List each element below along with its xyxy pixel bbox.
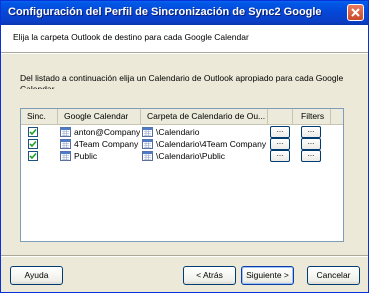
close-icon [351, 8, 360, 17]
google-calendar-name: anton@Company [74, 127, 140, 137]
table-row[interactable]: 4Team Company \Calendario\4Team Company … [21, 138, 343, 150]
sync-checkbox[interactable] [28, 127, 38, 137]
column-header-google-calendar[interactable]: Google Calendar [58, 109, 141, 124]
instructions-text: Del listado a continuación elija un Cale… [20, 73, 344, 89]
table-header: Sinc. Google Calendar Carpeta de Calenda… [21, 109, 343, 125]
wizard-header: Elija la carpeta Outlook de destino para… [1, 25, 368, 52]
window-title: Configuración del Perfil de Sincronizaci… [8, 6, 322, 18]
column-header-sync[interactable]: Sinc. [21, 109, 58, 124]
column-header-filters[interactable]: Filters [293, 109, 331, 124]
column-header-browse[interactable] [268, 109, 293, 124]
outlook-folder-path: \Calendario [156, 127, 200, 137]
sync-checkbox[interactable] [28, 151, 38, 161]
calendar-icon [142, 139, 153, 149]
back-button[interactable]: < Atrás [183, 266, 236, 285]
filters-button[interactable]: ... [301, 150, 321, 162]
browse-folder-button[interactable]: ... [270, 150, 290, 162]
check-icon [29, 128, 37, 136]
calendar-icon [142, 127, 153, 137]
check-icon [29, 152, 37, 160]
outlook-folder-path: \Calendario\4Team Company [156, 139, 267, 149]
column-header-outlook-folder[interactable]: Carpeta de Calendario de Ou... [141, 109, 268, 124]
calendar-icon [142, 151, 153, 161]
outlook-folder-path: \Calendario\Public [156, 151, 225, 161]
calendar-mapping-table[interactable]: Sinc. Google Calendar Carpeta de Calenda… [20, 108, 344, 242]
calendar-icon [60, 127, 71, 137]
check-icon [29, 140, 37, 148]
header-separator [1, 52, 368, 54]
calendar-icon [60, 139, 71, 149]
sync-profile-dialog: Configuración del Perfil de Sincronizaci… [0, 0, 369, 293]
close-button[interactable] [347, 4, 364, 21]
header-caption: Elija la carpeta Outlook de destino para… [13, 32, 249, 42]
next-button[interactable]: Siguiente > [241, 266, 294, 285]
google-calendar-name: Public [74, 151, 98, 161]
sync-checkbox[interactable] [28, 139, 38, 149]
cancel-button[interactable]: Cancelar [307, 266, 360, 285]
help-button[interactable]: Ayuda [10, 266, 63, 285]
table-row[interactable]: anton@Company \Calendario ... ... [21, 126, 343, 138]
table-row[interactable]: Public \Calendario\Public ... ... [21, 150, 343, 162]
footer-separator [1, 255, 368, 257]
calendar-icon [60, 151, 71, 161]
google-calendar-name: 4Team Company [74, 139, 139, 149]
title-bar[interactable]: Configuración del Perfil de Sincronizaci… [1, 1, 368, 25]
